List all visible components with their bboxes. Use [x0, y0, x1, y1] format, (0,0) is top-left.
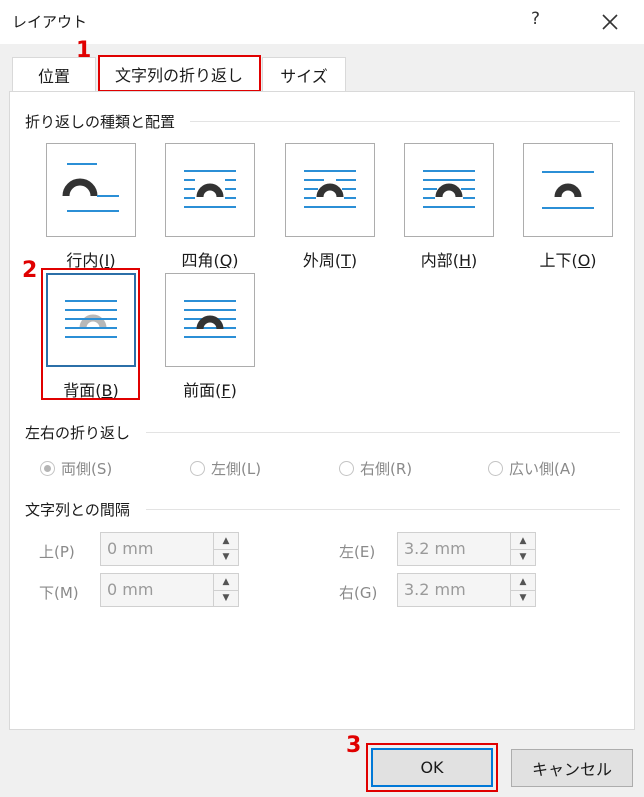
spin-down-icon[interactable]: ▼ — [511, 589, 535, 607]
wrap-through-label: 内部(H) — [420, 251, 478, 270]
wrap-top-bottom-label: 上下(O) — [539, 251, 597, 270]
distance-left-value[interactable]: 3.2 mm — [398, 533, 510, 565]
wrap-square-label: 四角(Q) — [181, 251, 239, 270]
radio-largest-only[interactable]: 広い側(A) — [488, 458, 576, 479]
wrap-text-heading: 左右の折り返し — [25, 422, 137, 443]
distance-bottom-spinner[interactable]: 0 mm ▲ ▼ — [100, 573, 239, 607]
distance-left-label: 左(E) — [339, 543, 376, 561]
distance-bottom-value[interactable]: 0 mm — [101, 574, 213, 606]
ok-button[interactable]: OK — [371, 748, 493, 787]
radio-indicator — [190, 461, 205, 476]
spin-up-icon[interactable]: ▲ — [511, 533, 535, 549]
through-icon — [423, 170, 475, 208]
annotation-3: 3 — [346, 733, 362, 758]
top-bottom-icon — [542, 171, 594, 209]
radio-right-only[interactable]: 右側(R) — [339, 458, 412, 479]
annotation-2: 2 — [22, 258, 38, 283]
spin-up-icon[interactable]: ▲ — [214, 574, 238, 590]
distance-top-label: 上(P) — [39, 543, 75, 561]
tab-size[interactable]: サイズ — [262, 57, 346, 91]
tight-icon — [304, 170, 356, 208]
in-front-icon — [184, 300, 236, 338]
distance-right-spinner[interactable]: 3.2 mm ▲ ▼ — [397, 573, 536, 607]
distance-left-spinner[interactable]: 3.2 mm ▲ ▼ — [397, 532, 536, 566]
distance-right-label: 右(G) — [339, 584, 378, 602]
group-divider — [146, 509, 620, 510]
dialog-title: レイアウト — [12, 13, 88, 31]
spin-up-icon[interactable]: ▲ — [511, 574, 535, 590]
wrap-inline-button[interactable] — [46, 143, 136, 237]
close-icon[interactable] — [596, 8, 624, 36]
cancel-button[interactable]: キャンセル — [511, 749, 633, 787]
wrap-through-button[interactable] — [404, 143, 494, 237]
group-divider — [146, 432, 620, 433]
spin-down-icon[interactable]: ▼ — [214, 548, 238, 566]
wrap-in-front-label: 前面(F) — [183, 381, 237, 400]
radio-left-only[interactable]: 左側(L) — [190, 458, 261, 479]
square-icon — [184, 170, 236, 208]
wrap-behind-text-button[interactable] — [46, 273, 136, 367]
distance-top-spinner[interactable]: 0 mm ▲ ▼ — [100, 532, 239, 566]
radio-both-sides[interactable]: 両側(S) — [40, 458, 112, 479]
wrap-tight-button[interactable] — [285, 143, 375, 237]
wrap-behind-text-label: 背面(B) — [63, 381, 119, 400]
behind-text-icon — [65, 300, 117, 338]
group-divider — [190, 121, 620, 122]
wrap-top-bottom-button[interactable] — [523, 143, 613, 237]
distance-right-value[interactable]: 3.2 mm — [398, 574, 510, 606]
distance-bottom-label: 下(M) — [39, 584, 79, 602]
wrap-in-front-button[interactable] — [165, 273, 255, 367]
radio-indicator — [339, 461, 354, 476]
distance-heading: 文字列との間隔 — [25, 499, 136, 520]
inline-icon — [62, 163, 119, 212]
wrap-tight-label: 外周(T) — [302, 251, 358, 270]
wrap-square-button[interactable] — [165, 143, 255, 237]
distance-top-value[interactable]: 0 mm — [101, 533, 213, 565]
annotation-1: 1 — [76, 38, 92, 63]
spin-down-icon[interactable]: ▼ — [511, 548, 535, 566]
spin-down-icon[interactable]: ▼ — [214, 589, 238, 607]
radio-indicator — [40, 461, 55, 476]
radio-indicator — [488, 461, 503, 476]
wrapping-style-heading: 折り返しの種類と配置 — [25, 111, 182, 132]
title-bar — [0, 0, 644, 44]
spin-up-icon[interactable]: ▲ — [214, 533, 238, 549]
help-button[interactable]: ? — [531, 9, 540, 29]
highlight-box-tab — [98, 55, 261, 92]
